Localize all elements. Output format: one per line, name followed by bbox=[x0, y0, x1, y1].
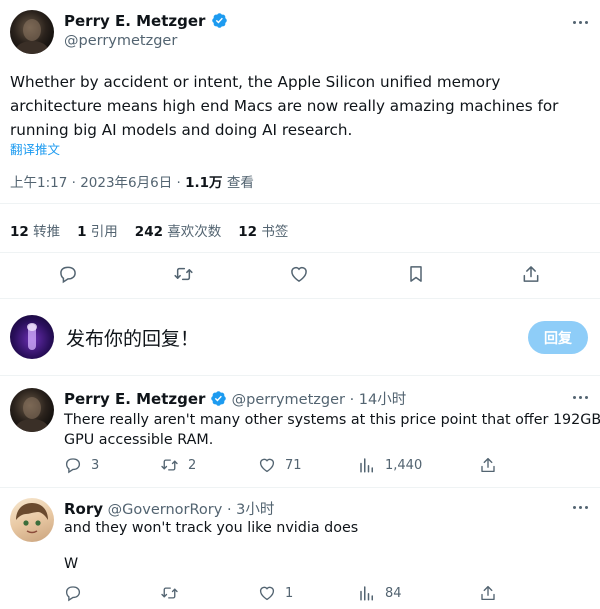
reply-time[interactable]: · 3小时 bbox=[227, 502, 274, 518]
reply-action[interactable]: 3 bbox=[64, 456, 99, 474]
like-icon bbox=[258, 456, 276, 474]
divider bbox=[0, 298, 600, 299]
verified-badge-icon bbox=[211, 12, 228, 33]
like-action[interactable]: 71 bbox=[258, 456, 302, 474]
reply-icon bbox=[64, 584, 82, 602]
retweet-icon bbox=[160, 456, 179, 474]
analytics-icon bbox=[358, 584, 376, 602]
share-icon[interactable] bbox=[479, 456, 497, 474]
reply-text-line: and they won't track you like nvidia doe… bbox=[64, 520, 359, 536]
views-label: 查看 bbox=[222, 175, 254, 191]
share-icon[interactable] bbox=[521, 264, 541, 284]
analytics-icon bbox=[358, 456, 376, 474]
retweet-icon bbox=[160, 584, 179, 602]
tweet-meta: 上午1:17 · 2023年6月6日 · 1.1万 查看 bbox=[10, 171, 254, 191]
reply-header: Perry E. Metzger @perrymetzger · 14小时 bbox=[64, 388, 406, 411]
reply-input[interactable]: 发布你的回复！ bbox=[66, 324, 199, 351]
retweet-action[interactable]: 2 bbox=[160, 456, 196, 474]
reply-icon bbox=[64, 456, 82, 474]
like-action[interactable]: 1 bbox=[258, 584, 293, 602]
divider bbox=[0, 487, 600, 488]
retweet-icon[interactable] bbox=[173, 264, 194, 284]
reply-count: 3 bbox=[91, 457, 100, 473]
view-count: 84 bbox=[385, 585, 402, 601]
verified-badge-icon bbox=[210, 390, 227, 411]
bookmark-icon[interactable] bbox=[406, 264, 426, 284]
divider bbox=[0, 375, 600, 376]
translate-link[interactable]: 翻译推文 bbox=[10, 139, 60, 158]
user-avatar[interactable] bbox=[10, 315, 54, 359]
like-icon[interactable] bbox=[289, 264, 309, 284]
divider bbox=[0, 203, 600, 204]
like-stat[interactable]: 242 喜欢次数 bbox=[135, 220, 221, 240]
reply-text-line: W bbox=[64, 556, 79, 572]
author-avatar[interactable] bbox=[10, 10, 54, 54]
reply-time[interactable]: · 14小时 bbox=[350, 392, 407, 408]
more-options-icon[interactable] bbox=[573, 396, 588, 399]
view-count: 1,440 bbox=[385, 457, 423, 473]
views-action[interactable]: 1,440 bbox=[358, 456, 422, 474]
like-icon bbox=[258, 584, 276, 602]
divider bbox=[0, 252, 600, 253]
reply-action[interactable] bbox=[64, 584, 91, 602]
like-count: 1 bbox=[285, 585, 294, 601]
more-options-icon[interactable] bbox=[573, 506, 588, 509]
tweet-timestamp[interactable]: 上午1:17 · 2023年6月6日 · bbox=[10, 175, 185, 191]
quote-stat[interactable]: 1 引用 bbox=[77, 220, 118, 240]
reply-icon[interactable] bbox=[58, 264, 78, 284]
reply-author-name[interactable]: Rory bbox=[64, 500, 103, 518]
views-action[interactable]: 84 bbox=[358, 584, 402, 602]
share-icon[interactable] bbox=[479, 584, 497, 602]
author-handle[interactable]: @perrymetzger bbox=[64, 33, 177, 49]
bookmark-stat[interactable]: 12 书签 bbox=[238, 220, 288, 240]
retweet-action[interactable] bbox=[160, 584, 188, 602]
more-options-icon[interactable] bbox=[573, 21, 588, 24]
views-count: 1.1万 bbox=[185, 175, 223, 191]
reply-header: Rory @GovernorRory · 3小时 bbox=[64, 498, 274, 519]
author-name[interactable]: Perry E. Metzger bbox=[64, 12, 228, 33]
reply-author-avatar[interactable] bbox=[10, 498, 54, 542]
reply-author-name[interactable]: Perry E. Metzger bbox=[64, 390, 205, 408]
retweet-stat[interactable]: 12 转推 bbox=[10, 220, 60, 240]
reply-text-line: GPU accessible RAM. bbox=[64, 432, 214, 448]
reply-button[interactable]: 回复 bbox=[528, 321, 588, 354]
tweet-text: Whether by accident or intent, the Apple… bbox=[10, 73, 559, 139]
reply-author-avatar[interactable] bbox=[10, 388, 54, 432]
like-count: 71 bbox=[285, 457, 302, 473]
reply-text-line: There really aren't many other systems a… bbox=[64, 412, 600, 428]
reply-author-handle[interactable]: @perrymetzger bbox=[232, 392, 345, 408]
tweet-stats: 12 转推 1 引用 242 喜欢次数 12 书签 bbox=[10, 220, 288, 240]
retweet-count: 2 bbox=[188, 457, 197, 473]
reply-author-handle[interactable]: @GovernorRory bbox=[108, 502, 223, 518]
